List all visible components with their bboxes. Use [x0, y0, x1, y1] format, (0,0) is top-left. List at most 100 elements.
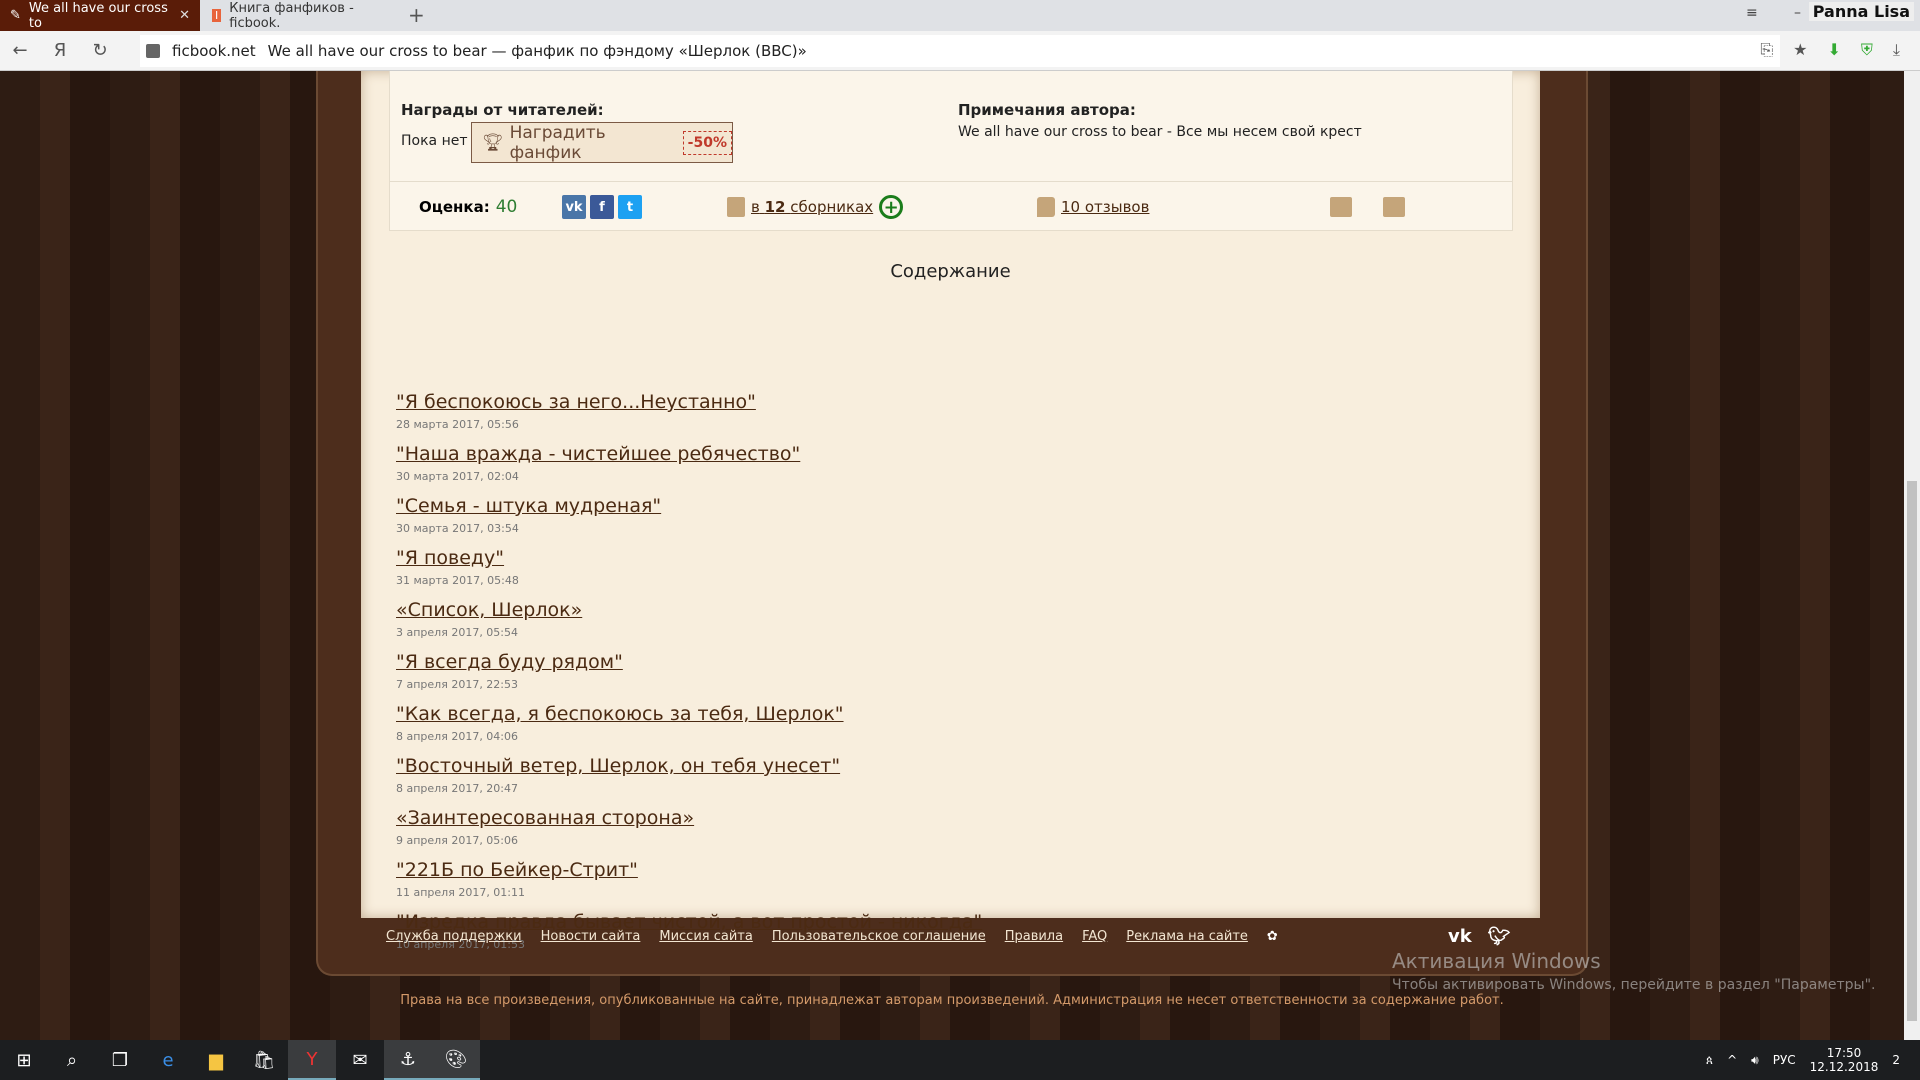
award-label: Наградить фанфик: [509, 122, 606, 163]
notes-text: We all have our cross to bear - Все мы н…: [958, 124, 1362, 140]
people-icon[interactable]: ጰ: [1706, 1053, 1713, 1068]
notifications-icon[interactable]: 2: [1892, 1053, 1900, 1067]
quill-icon: ✎: [10, 8, 21, 23]
print-icon[interactable]: [1330, 197, 1352, 217]
chapter-date: 31 марта 2017, 05:48: [396, 574, 519, 587]
chapter-date: 30 марта 2017, 03:54: [396, 522, 519, 535]
paw-icon[interactable]: ✿: [1267, 929, 1278, 944]
minimize-button[interactable]: –: [1794, 5, 1801, 21]
mail-icon[interactable]: ✉: [336, 1040, 384, 1080]
chapter-item: "221Б по Бейкер-Стрит" 11 апреля 2017, 01…: [396, 859, 638, 899]
tab-ficbook[interactable]: I Книга фанфиков - ficbook.: [202, 0, 398, 31]
trophy-icon: 🏆︎: [482, 132, 504, 153]
chapter-item: "Я беспокоюсь за него...Неустанно" 28 мар…: [396, 391, 756, 431]
task-view-icon[interactable]: ❐: [96, 1040, 144, 1080]
volume-icon[interactable]: 🔊︎: [1751, 1053, 1759, 1068]
shield-icon[interactable]: ⛨: [1861, 40, 1873, 60]
reload-icon[interactable]: ↻: [80, 40, 120, 61]
fanfic-info-card: Награды от читателей: Пока нет 🏆︎ Награди…: [389, 71, 1513, 231]
chapter-link[interactable]: "Как всегда, я беспокоюсь за тебя, Шерло…: [396, 703, 844, 725]
language[interactable]: РУС: [1773, 1053, 1796, 1067]
chapter-link[interactable]: "221Б по Бейкер-Стрит": [396, 859, 638, 881]
rating-value: 40: [495, 197, 518, 217]
chapter-item: "Я всегда буду рядом" 7 апреля 2017, 22:5…: [396, 651, 623, 691]
awards-heading: Награды от читателей:: [401, 101, 604, 119]
address-bar[interactable]: ficbook.net We all have our cross to bea…: [140, 35, 1780, 67]
yandex-icon[interactable]: Я: [40, 40, 80, 61]
tab-fanfic[interactable]: ✎ We all have our cross to ✕: [0, 0, 200, 31]
taskbar: ⊞ ⌕ ❐ e ▆ 🛍︎ Y ✉ ⚓ 🎨︎ ጰ ^ 🔊︎ РУС 17:50 12.12.…: [0, 1040, 1920, 1080]
yandex-browser-icon[interactable]: Y: [288, 1040, 336, 1080]
chapter-item: «Заинтересованная сторона» 9 апреля 2017,…: [396, 807, 694, 847]
chapter-item: «Список, Шерлок» 3 апреля 2017, 05:54: [396, 599, 582, 639]
bookmark-star-icon[interactable]: ★: [1793, 40, 1807, 60]
chapter-link[interactable]: "Наша вражда - чистейшее ребячество": [396, 443, 800, 465]
chapter-date: 30 марта 2017, 02:04: [396, 470, 519, 483]
footer-link[interactable]: FAQ: [1082, 929, 1107, 944]
twitter-share-icon[interactable]: t: [618, 195, 642, 219]
footer-link[interactable]: Пользовательское соглашение: [772, 929, 986, 944]
chapter-item: "Я поведу" 31 марта 2017, 05:48: [396, 547, 519, 587]
chapter-date: 8 апреля 2017, 04:06: [396, 730, 519, 743]
explorer-icon[interactable]: ▆: [192, 1040, 240, 1080]
footer-link[interactable]: Реклама на сайте: [1126, 929, 1248, 944]
user-name: Panna Lisa: [1808, 2, 1914, 21]
url-domain: ficbook.net: [172, 42, 256, 60]
discount-badge: -50%: [682, 130, 732, 155]
chapter-date: 7 апреля 2017, 22:53: [396, 678, 519, 691]
downloads-icon[interactable]: ⤓: [1893, 40, 1900, 60]
windows-activation-watermark: Активация Windows Чтобы активировать Wind…: [1392, 949, 1876, 993]
rating-label: Оценка:: [419, 198, 490, 216]
vk-icon[interactable]: vk: [1448, 926, 1472, 947]
add-to-collection-icon[interactable]: +: [879, 195, 904, 219]
new-tab-button[interactable]: +: [408, 3, 425, 27]
start-icon[interactable]: ⊞: [0, 1040, 48, 1080]
chapter-link[interactable]: «Заинтересованная сторона»: [396, 807, 694, 829]
chapter-link[interactable]: «Список, Шерлок»: [396, 599, 582, 621]
tab-bar: ✎ We all have our cross to ✕ I Книга фанфик…: [0, 0, 1920, 31]
address-bar-row: ← Я ↻ ficbook.net We all have our cross …: [0, 31, 1920, 71]
collection-icon: [727, 197, 745, 217]
twitter-icon[interactable]: 🐦︎: [1488, 926, 1511, 947]
facebook-share-icon[interactable]: f: [590, 195, 614, 219]
back-icon[interactable]: ←: [0, 40, 40, 61]
tab-label: We all have our cross to: [28, 0, 168, 31]
chapter-item: "Наша вражда - чистейшее ребячество" 30 м…: [396, 443, 800, 483]
awards-none: Пока нет: [401, 133, 468, 149]
menu-icon[interactable]: ≡: [1746, 5, 1758, 21]
vk-share-icon[interactable]: vk: [562, 195, 586, 219]
footer-link[interactable]: Правила: [1005, 929, 1063, 944]
translate-icon[interactable]: ⎘: [1760, 40, 1773, 60]
notes-heading: Примечания автора:: [958, 101, 1136, 119]
lock-icon: [146, 44, 160, 58]
chapter-date: 9 апреля 2017, 05:06: [396, 834, 519, 847]
award-fanfic-button[interactable]: 🏆︎ Наградить фанфик -50%: [471, 122, 733, 163]
tray-chevron-icon[interactable]: ^: [1727, 1053, 1737, 1067]
reviews-link[interactable]: 10 отзывов: [1061, 198, 1149, 216]
extension-icon[interactable]: ⬇: [1828, 40, 1841, 60]
store-icon[interactable]: 🛍︎: [240, 1040, 288, 1080]
search-icon[interactable]: ⌕: [48, 1040, 96, 1080]
scrollbar[interactable]: [1904, 71, 1920, 1040]
chapter-date: 8 апреля 2017, 20:47: [396, 782, 519, 795]
clock[interactable]: 17:50 12.12.2018: [1810, 1046, 1879, 1074]
chapter-link[interactable]: "Я всегда буду рядом": [396, 651, 623, 673]
collections-link[interactable]: в 12 сборниках: [751, 198, 873, 216]
chapter-link[interactable]: "Семья - штука мудреная": [396, 495, 661, 517]
scrollbar-thumb[interactable]: [1907, 481, 1917, 1021]
chapter-date: 28 марта 2017, 05:56: [396, 418, 519, 431]
chapter-link[interactable]: "Восточный ветер, Шерлок, он тебя унесет…: [396, 755, 840, 777]
paint-icon[interactable]: 🎨︎: [432, 1040, 480, 1080]
game-icon[interactable]: ⚓: [384, 1040, 432, 1080]
chapter-link[interactable]: "Я поведу": [396, 547, 519, 569]
footer-link[interactable]: Новости сайта: [541, 929, 641, 944]
footer-link[interactable]: Миссия сайта: [659, 929, 752, 944]
comment-icon: [1037, 197, 1055, 217]
tab-label: Книга фанфиков - ficbook.: [229, 0, 354, 31]
edge-icon[interactable]: e: [144, 1040, 192, 1080]
close-tab-icon[interactable]: ✕: [179, 8, 190, 23]
url-title: We all have our cross to bear — фанфик п…: [267, 42, 807, 60]
download-icon[interactable]: [1383, 197, 1405, 217]
footer-link[interactable]: Служба поддержки: [386, 929, 522, 944]
chapter-link[interactable]: "Я беспокоюсь за него...Неустанно": [396, 391, 756, 413]
